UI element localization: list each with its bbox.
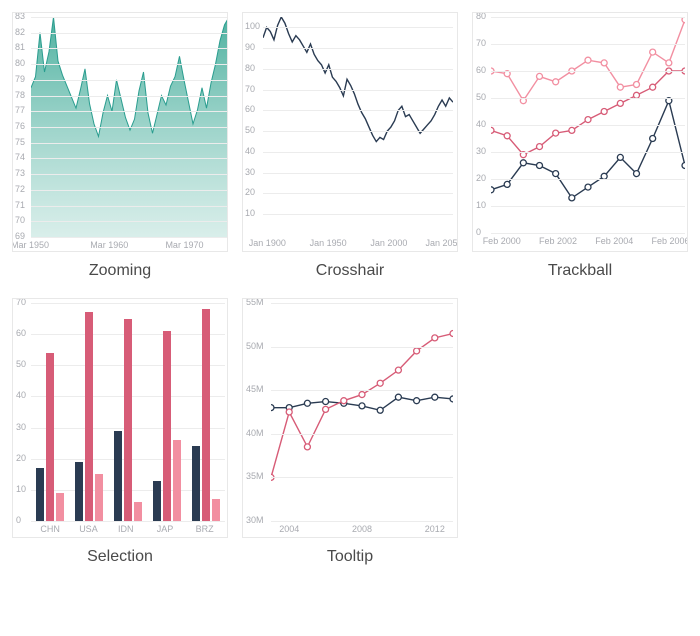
axis-tick: 83	[15, 12, 25, 21]
caption-tooltip: Tooltip	[327, 548, 373, 566]
bar[interactable]	[114, 431, 122, 521]
axis-tick: 2004	[279, 525, 299, 534]
axis-tick: 45M	[246, 385, 264, 394]
axis-tick: 72	[15, 185, 25, 194]
chart-zooming[interactable]: 697071727374757677787980818283 Mar 1950M…	[12, 12, 228, 252]
axis-tick: Jan 1950	[310, 239, 347, 248]
bar[interactable]	[56, 493, 64, 521]
chart-tooltip[interactable]: 30M 35M 40M 45M 50M 55M 2004 2008 2012	[242, 298, 458, 538]
axis-tick: 70	[16, 298, 26, 307]
bar[interactable]	[95, 474, 103, 521]
axis-tick: 30	[476, 147, 486, 156]
axis-tick: 80	[245, 64, 255, 73]
axis-tick: 70	[15, 216, 25, 225]
bar[interactable]	[163, 331, 171, 521]
card-trackball: 0 10 20 30 40 50 60 70 80 Feb 2000 Feb 2002 Feb 20…	[472, 12, 688, 280]
axis-tick: Mar 1960	[90, 241, 128, 250]
axis-tick: 90	[245, 43, 255, 52]
axis-tick: 20	[476, 174, 486, 183]
axis-tick: 0	[16, 516, 21, 525]
axis-tick: 76	[15, 122, 25, 131]
axis-tick: 35M	[246, 472, 264, 481]
bar[interactable]	[46, 353, 54, 521]
axis-tick: 82	[15, 28, 25, 37]
card-crosshair: 10 20 30 40 50 60 70 80 90 100 Jan 1900 Jan 1950 Ja…	[242, 12, 458, 280]
axis-tick: 80	[476, 12, 486, 21]
chart-grid: 697071727374757677787980818283 Mar 1950M…	[12, 12, 688, 566]
bar[interactable]	[153, 481, 161, 521]
axis-tick: Mar 1970	[165, 241, 203, 250]
axis-tick: 40	[16, 391, 26, 400]
axis-tick: 60	[476, 66, 486, 75]
card-zooming: 697071727374757677787980818283 Mar 1950M…	[12, 12, 228, 280]
axis-tick: 10	[16, 485, 26, 494]
bar[interactable]	[212, 499, 220, 521]
axis-tick: 79	[15, 75, 25, 84]
axis-tick: 55M	[246, 298, 264, 307]
axis-tick: 0	[476, 228, 481, 237]
axis-tick: 30M	[246, 516, 264, 525]
chart-selection[interactable]: 0 10 20 30 40 50 60 70 CHN USA IDN JAP BRZ	[12, 298, 228, 538]
bar[interactable]	[36, 468, 44, 521]
axis-tick: 2012	[425, 525, 445, 534]
axis-tick: JAP	[157, 525, 174, 534]
axis-tick: 100	[245, 22, 260, 31]
bar[interactable]	[75, 462, 83, 521]
axis-tick: Mar 1950	[12, 241, 49, 250]
axis-tick: USA	[79, 525, 98, 534]
card-tooltip: 30M 35M 40M 45M 50M 55M 2004 2008 2012 Tooltip	[242, 298, 458, 566]
axis-tick: 73	[15, 169, 25, 178]
axis-tick: 20	[16, 454, 26, 463]
axis-tick: 40	[476, 120, 486, 129]
axis-tick: Feb 2000	[483, 237, 521, 246]
axis-tick: 70	[245, 85, 255, 94]
caption-crosshair: Crosshair	[316, 262, 384, 280]
axis-tick: 30	[245, 168, 255, 177]
bar[interactable]	[192, 446, 200, 521]
bar[interactable]	[202, 309, 210, 521]
axis-tick: Feb 2004	[595, 237, 633, 246]
card-selection: 0 10 20 30 40 50 60 70 CHN USA IDN JAP BRZ Selectio…	[12, 298, 228, 566]
axis-tick: 70	[476, 39, 486, 48]
axis-tick: IDN	[118, 525, 134, 534]
axis-tick: CHN	[40, 525, 60, 534]
bar[interactable]	[85, 312, 93, 521]
axis-tick: 75	[15, 138, 25, 147]
caption-trackball: Trackball	[548, 262, 612, 280]
caption-zooming: Zooming	[89, 262, 151, 280]
axis-tick: 40M	[246, 429, 264, 438]
axis-tick: Feb 2006	[651, 237, 688, 246]
axis-tick: 71	[15, 201, 25, 210]
bar[interactable]	[173, 440, 181, 521]
axis-tick: 81	[15, 43, 25, 52]
axis-tick: Jan 2050	[426, 239, 459, 248]
bar[interactable]	[134, 502, 142, 521]
axis-tick: 78	[15, 91, 25, 100]
axis-tick: 30	[16, 423, 26, 432]
axis-tick: 74	[15, 153, 25, 162]
axis-tick: Jan 2000	[370, 239, 407, 248]
axis-tick: BRZ	[196, 525, 214, 534]
bar[interactable]	[124, 319, 132, 521]
axis-tick: 50	[245, 126, 255, 135]
axis-tick: 20	[245, 188, 255, 197]
axis-tick: 77	[15, 106, 25, 115]
axis-tick: 60	[16, 329, 26, 338]
chart-trackball[interactable]: 0 10 20 30 40 50 60 70 80 Feb 2000 Feb 2002 Feb 20…	[472, 12, 688, 252]
axis-tick: 40	[245, 147, 255, 156]
chart-crosshair[interactable]: 10 20 30 40 50 60 70 80 90 100 Jan 1900 Jan 1950 Ja…	[242, 12, 458, 252]
axis-tick: Feb 2002	[539, 237, 577, 246]
axis-tick: 50	[476, 93, 486, 102]
axis-tick: 10	[476, 201, 486, 210]
axis-tick: 10	[245, 209, 255, 218]
axis-tick: Jan 1900	[249, 239, 286, 248]
caption-selection: Selection	[87, 548, 153, 566]
axis-tick: 50	[16, 360, 26, 369]
axis-tick: 60	[245, 105, 255, 114]
axis-tick: 50M	[246, 342, 264, 351]
axis-tick: 80	[15, 59, 25, 68]
axis-tick: 2008	[352, 525, 372, 534]
